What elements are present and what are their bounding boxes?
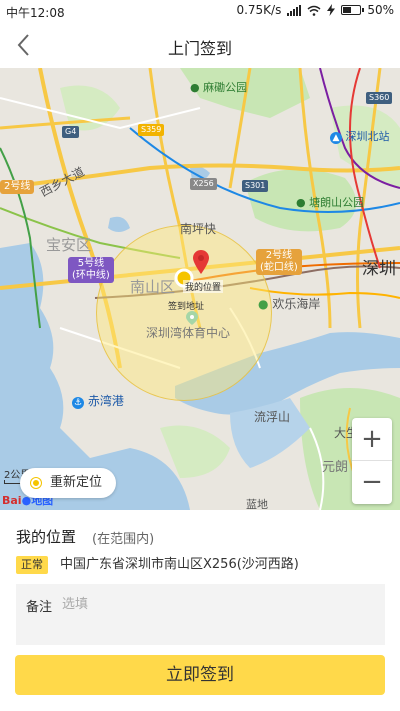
map-view[interactable]: ● 麻磡公园 ▲ 深圳北站 西乡大道 2号线 ● 塘朗山公园 宝安区 南坪快 南…: [0, 68, 400, 510]
map-label-district: 宝安区: [46, 236, 92, 254]
signal-icon: [287, 4, 302, 16]
attraction-icon: ●: [258, 297, 269, 311]
status-bar: 中午12:08 0.75K/s 50%: [0, 0, 400, 22]
map-pin-icon: [193, 250, 209, 274]
map-label-road2: 南坪快: [180, 222, 217, 236]
zoom-in-button[interactable]: +: [352, 418, 392, 461]
metro-badge-line5: 5号线 (环中线): [68, 257, 114, 283]
status-time: 中午12:08: [6, 6, 65, 20]
map-label-nanshan: 南山区: [130, 278, 176, 296]
park-icon: ●: [296, 196, 306, 209]
location-panel: 我的位置 (在范围内) 正常 中国广东省深圳市南山区X256(沙河西路) 备注 …: [0, 510, 400, 711]
remark-input[interactable]: [62, 590, 372, 618]
road-tag-s359: S359: [138, 124, 165, 136]
metro-badge-left: 2号线: [0, 180, 35, 194]
relocate-label: 重新定位: [50, 475, 103, 490]
header: 上门签到: [0, 22, 400, 68]
road-tag-g4: G4: [62, 126, 80, 138]
location-range-status: (在范围内): [92, 532, 155, 547]
map-label-coast: ● 欢乐海岸: [258, 297, 321, 311]
metro-badge-line2: 2号线 (蛇口线): [256, 249, 302, 275]
map-label-bottom: 蓝地: [246, 498, 268, 510]
address-text: 中国广东省深圳市南山区X256(沙河西路): [60, 557, 299, 572]
locate-icon: [31, 478, 41, 488]
pin-outline-icon: [186, 311, 198, 325]
wifi-icon: [307, 5, 321, 16]
battery-percent: 50%: [367, 3, 394, 17]
remark-field[interactable]: 备注: [16, 584, 385, 645]
network-speed: 0.75K/s: [236, 3, 282, 17]
map-label-park: ● 麻磡公园: [190, 81, 248, 94]
road-tag-s360: S360: [366, 92, 393, 104]
map-label-station: ▲ 深圳北站: [330, 128, 390, 144]
map-label-city: 深圳: [362, 259, 396, 279]
road-tag-x256: X256: [190, 178, 217, 190]
road-tag-s301: S301: [242, 180, 269, 192]
checkin-address-pin: [186, 310, 198, 329]
train-icon: ▲: [330, 132, 342, 144]
page-title: 上门签到: [167, 39, 232, 58]
remark-label: 备注: [26, 600, 53, 615]
relocate-button[interactable]: 重新定位: [20, 468, 117, 498]
map-label-port: ⚓ 赤湾港: [72, 394, 124, 409]
map-label-park2: ● 塘朗山公园: [296, 196, 365, 209]
my-location-tag: 我的位置: [183, 280, 224, 293]
anchor-icon: ⚓: [72, 397, 84, 409]
location-title: 我的位置: [16, 528, 77, 546]
checkin-pin-marker[interactable]: [193, 250, 209, 278]
battery-icon: [341, 5, 365, 15]
zoom-controls: + −: [352, 418, 392, 504]
map-label-liufu: 流浮山: [254, 410, 291, 424]
zoom-out-button[interactable]: −: [352, 461, 392, 504]
status-badge: 正常: [16, 556, 48, 574]
checkin-button[interactable]: 立即签到: [15, 655, 385, 695]
status-right: 0.75K/s 50%: [236, 3, 394, 17]
park-icon: ●: [190, 81, 200, 94]
signin-range-circle: [96, 225, 272, 401]
map-label-yuanlang: 元朗: [322, 460, 349, 475]
charging-icon: [327, 4, 336, 16]
